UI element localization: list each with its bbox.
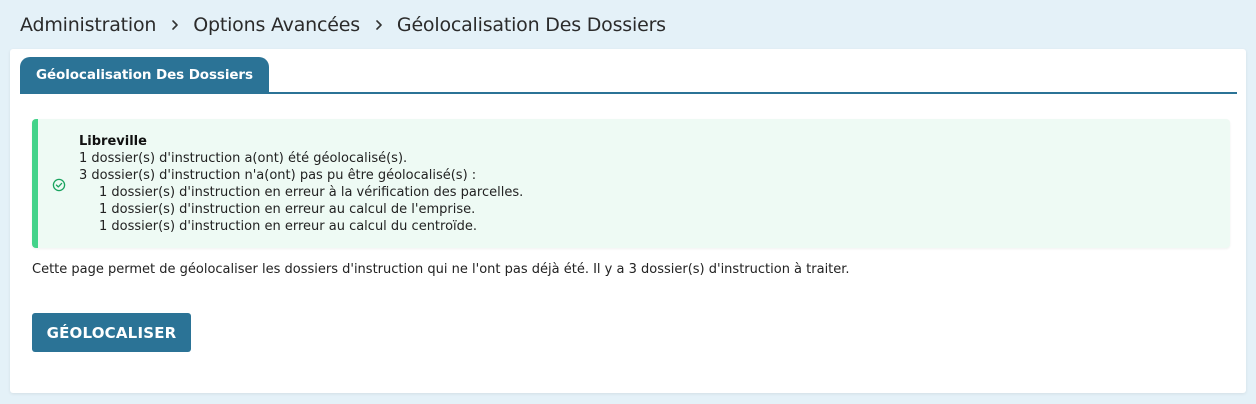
main-panel: Géolocalisation Des Dossiers Libreville … [10, 49, 1246, 393]
message-line: 1 dossier(s) d'instruction a(ont) été gé… [79, 151, 408, 166]
message-detail: 1 dossier(s) d'instruction en erreur au … [99, 202, 476, 217]
success-message: Libreville 1 dossier(s) d'instruction a(… [32, 119, 1230, 248]
tab-bar: Géolocalisation Des Dossiers [20, 57, 1237, 94]
page-description: Cette page permet de géolocaliser les do… [32, 262, 850, 277]
message-detail: 1 dossier(s) d'instruction en erreur à l… [99, 185, 524, 200]
chevron-right-icon [372, 18, 386, 32]
message-detail: 1 dossier(s) d'instruction en erreur au … [99, 219, 478, 234]
message-title: Libreville [79, 134, 147, 149]
message-text: Libreville 1 dossier(s) d'instruction a(… [79, 133, 523, 235]
breadcrumb: Administration Options Avancées Géolocal… [20, 11, 666, 39]
tab-geolocalisation-des-dossiers[interactable]: Géolocalisation Des Dossiers [20, 57, 269, 92]
geolocaliser-button[interactable]: GÉOLOCALISER [32, 313, 191, 352]
check-circle-icon [52, 177, 66, 192]
breadcrumb-item-geolocalisation: Géolocalisation Des Dossiers [396, 14, 666, 36]
chevron-right-icon [168, 18, 182, 32]
breadcrumb-item-administration[interactable]: Administration [20, 14, 156, 36]
message-line: 3 dossier(s) d'instruction n'a(ont) pas … [79, 168, 477, 183]
breadcrumb-item-options-avancees[interactable]: Options Avancées [193, 14, 360, 36]
